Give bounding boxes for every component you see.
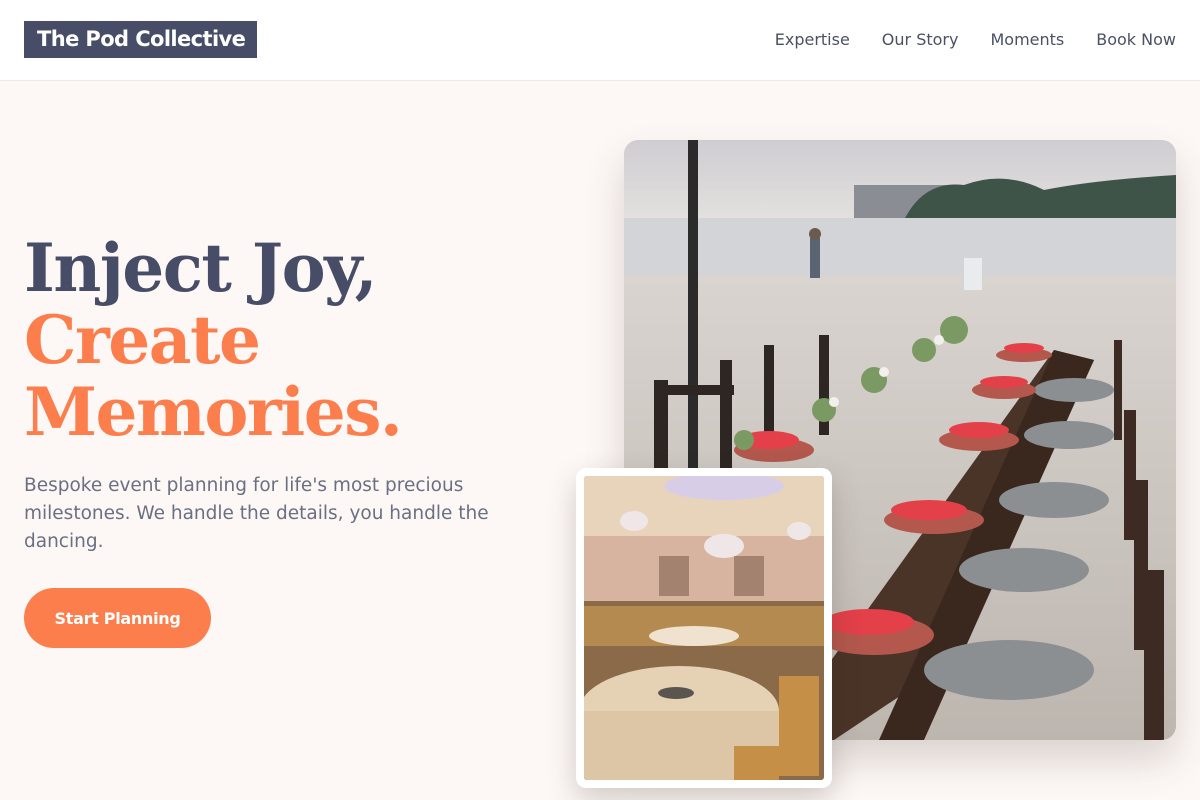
- hero-title-line-1: Inject Joy,: [24, 229, 378, 307]
- site-header: The Pod Collective Expertise Our Story M…: [0, 0, 1200, 81]
- nav-link-book-now[interactable]: Book Now: [1096, 29, 1176, 51]
- main-nav: Expertise Our Story Moments Book Now: [775, 29, 1176, 51]
- ballroom-photo-frame: [584, 476, 824, 780]
- nav-link-expertise[interactable]: Expertise: [775, 29, 850, 51]
- start-planning-button[interactable]: Start Planning: [24, 588, 211, 648]
- hero-subtitle: Bespoke event planning for life's most p…: [24, 475, 489, 552]
- nav-link-our-story[interactable]: Our Story: [882, 29, 959, 51]
- hero-title-line-2: Create: [24, 301, 261, 379]
- ballroom-photo: [576, 468, 832, 788]
- hero-title: Inject Joy, Create Memories.: [24, 229, 403, 451]
- brand-logo[interactable]: The Pod Collective: [24, 21, 258, 58]
- hero-title-line-3: Memories.: [24, 373, 403, 451]
- nav-link-moments[interactable]: Moments: [990, 29, 1064, 51]
